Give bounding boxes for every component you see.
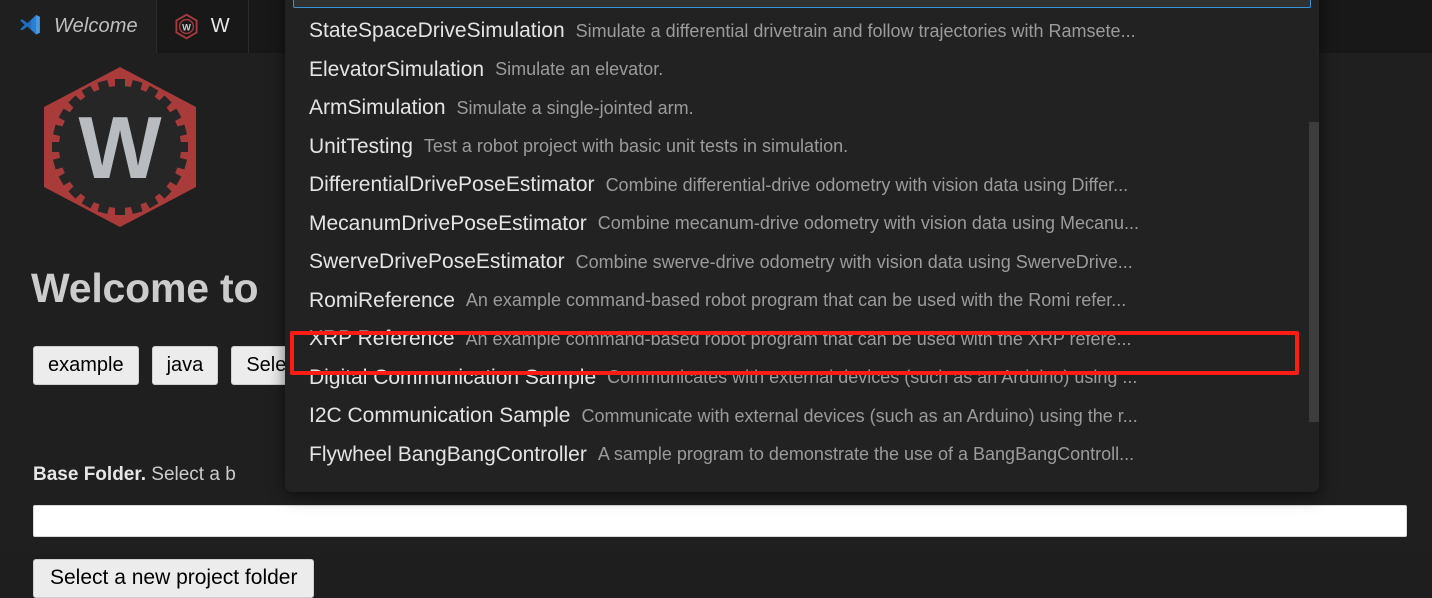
quickpick-item[interactable]: Flywheel BangBangController A sample prog… (285, 436, 1319, 475)
wpilib-hex-gear-logo-icon: W (30, 63, 210, 231)
quickpick-item[interactable]: I2C Communication Sample Communicate with… (285, 397, 1319, 436)
quickpick-item-description: Combine mecanum-drive odometry with visi… (597, 213, 1140, 234)
quickpick-item-label: UnitTesting (309, 134, 413, 158)
quickpick-item-label: MecanumDrivePoseEstimator (309, 211, 587, 235)
quickpick-item-label: DifferentialDrivePoseEstimator (309, 173, 595, 197)
quickpick-item-list: StateSpaceDriveSimulation Simulate a diff… (285, 12, 1319, 492)
quickpick-item-label: SwerveDrivePoseEstimator (309, 250, 565, 274)
quickpick-item[interactable]: ElevatorSimulation Simulate an elevator. (285, 51, 1319, 90)
quickpick-item[interactable]: MecanumDrivePoseEstimator Combine mecanum… (285, 205, 1319, 244)
quickpick-item-label: RomiReference (309, 288, 455, 312)
quickpick-item-description: Combine differential-drive odometry with… (605, 174, 1129, 195)
language-button[interactable]: java (151, 346, 219, 385)
quickpick-item[interactable]: UnitTesting Test a robot project with bas… (285, 128, 1319, 167)
quickpick-scrollbar[interactable] (1309, 12, 1319, 492)
quickpick-item[interactable]: DifferentialDrivePoseEstimator Combine di… (285, 166, 1319, 205)
select-new-project-folder-button[interactable]: Select a new project folder (33, 559, 315, 598)
quickpick-item-label: I2C Communication Sample (309, 404, 571, 428)
quickpick-scroll-thumb[interactable] (1309, 122, 1319, 422)
svg-text:W: W (182, 23, 191, 33)
project-options-row: example java Sele (33, 346, 302, 385)
quickpick-item-label: StateSpaceDriveSimulation (309, 19, 565, 43)
quickpick-item[interactable]: StateSpaceDriveSimulation Simulate a diff… (285, 12, 1319, 51)
quickpick-item[interactable]: Digital Communication Sample Communicates… (285, 359, 1319, 398)
project-type-button[interactable]: example (33, 346, 139, 385)
tab-welcome[interactable]: Welcome (0, 0, 157, 53)
quickpick-item-label: Digital Communication Sample (309, 365, 597, 389)
quickpick-item-label: Flywheel BangBangController (309, 442, 587, 466)
quickpick-item-description: Simulate a differential drivetrain and f… (575, 20, 1136, 41)
quickpick-item-label: ElevatorSimulation (309, 57, 485, 81)
tab-welcome-label: Welcome (54, 15, 138, 37)
wpilib-logo-icon: W (173, 13, 200, 40)
vscode-window: Welcome W W W Welcome to example java Se… (0, 0, 1432, 598)
quickpick-item-description: An example command-based robot program t… (465, 328, 1132, 349)
base-folder-label: Base Folder. (33, 464, 146, 485)
page-title: Welcome to (31, 265, 259, 311)
tab-wpilib[interactable]: W W (156, 0, 249, 53)
quickpick-item-description: Simulate an elevator. (495, 59, 664, 80)
base-folder-description: Base Folder. Select a b (33, 464, 236, 486)
tab-wpilib-label: W (210, 15, 230, 37)
vscode-logo-icon (16, 13, 43, 40)
quickpick-search-input[interactable] (293, 0, 1311, 8)
base-folder-input[interactable] (33, 505, 1407, 537)
wpilib-logo-letter: W (78, 98, 161, 197)
quickpick-item-description: An example command-based robot program t… (465, 290, 1127, 311)
quickpick-item-label: XRP Reference (309, 327, 455, 351)
quickpick-item[interactable]: RomiReference An example command-based ro… (285, 282, 1319, 321)
quickpick-item[interactable]: ArmSimulation Simulate a single-jointed a… (285, 89, 1319, 128)
quickpick-item-description: Test a robot project with basic unit tes… (423, 136, 849, 157)
quickpick-item-description: A sample program to demonstrate the use … (597, 444, 1135, 465)
quickpick-dropdown: StateSpaceDriveSimulation Simulate a diff… (285, 0, 1319, 492)
quickpick-item[interactable]: SwerveDrivePoseEstimator Combine swerve-d… (285, 243, 1319, 282)
quickpick-item-description: Communicates with external devices (such… (607, 367, 1138, 388)
quickpick-item-label: ArmSimulation (309, 96, 446, 120)
quickpick-item-description: Combine swerve-drive odometry with visio… (575, 251, 1133, 272)
quickpick-item-description: Simulate a single-jointed arm. (456, 97, 694, 118)
base-folder-hint: Select a b (146, 464, 236, 485)
quickpick-item[interactable]: XRP Reference An example command-based ro… (285, 320, 1319, 359)
quickpick-item-description: Communicate with external devices (such … (581, 405, 1138, 426)
